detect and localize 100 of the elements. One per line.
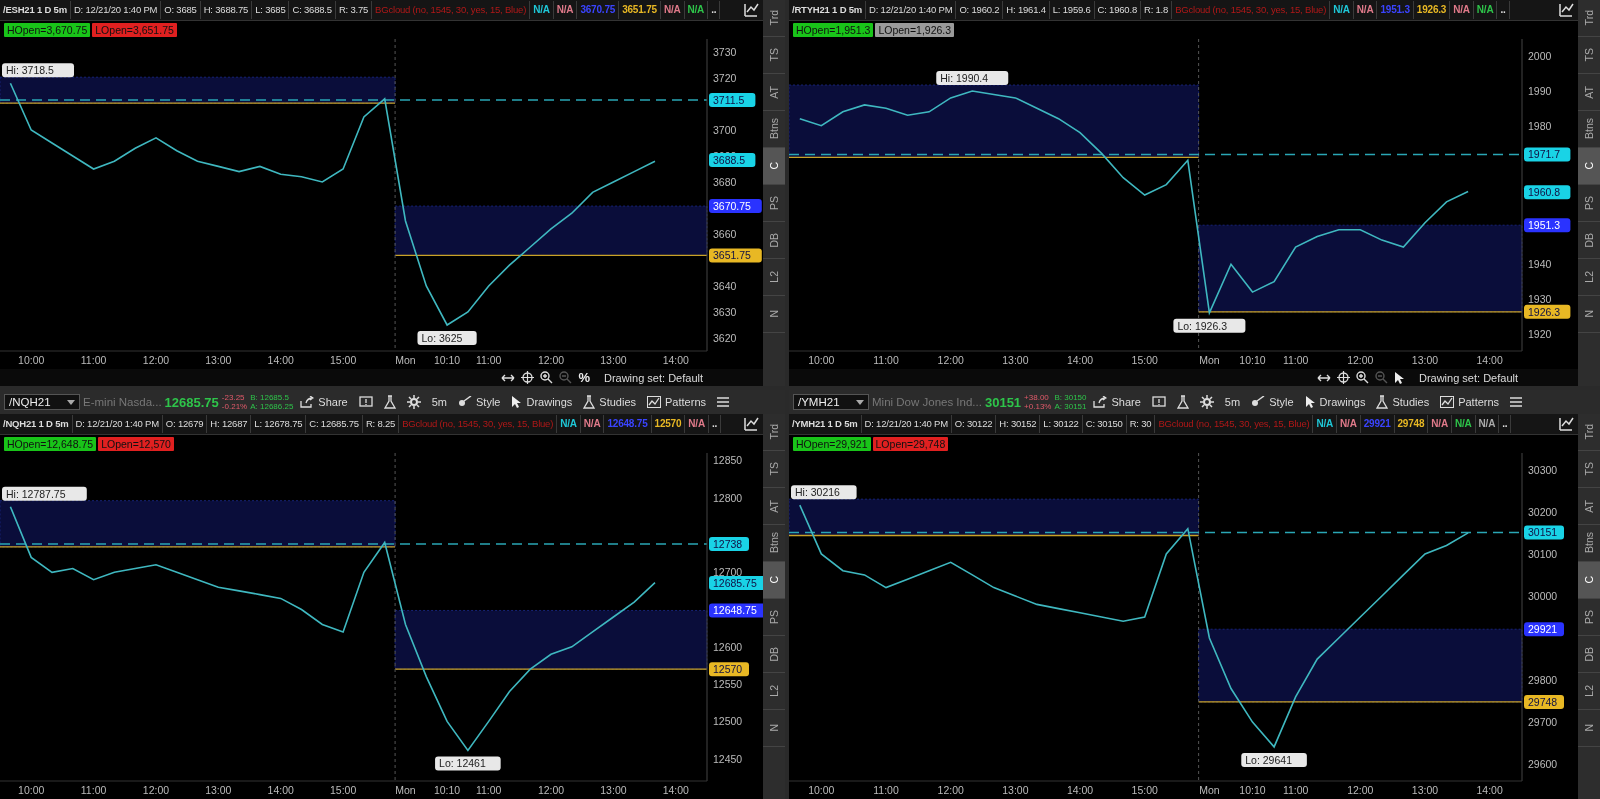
drawing-set-label[interactable]: Drawing set: Default — [603, 371, 703, 384]
study-value: 12570 — [651, 415, 686, 433]
price-tag: 29921 — [1524, 622, 1564, 637]
header-field: /NQH21 1 D 5m — [0, 415, 73, 433]
sidebar-tab[interactable]: Trd — [763, 414, 785, 451]
cursor-icon — [1304, 395, 1316, 409]
sidebar-tab[interactable]: AT — [763, 74, 785, 111]
study-value: N/A — [1450, 1, 1474, 19]
toolbar-button[interactable]: Drawings — [507, 393, 577, 411]
axis-label: 12550 — [713, 678, 743, 691]
open-level-badge: LOpen=1,926.3 — [875, 23, 955, 37]
toolbar-button[interactable]: Share — [1089, 394, 1145, 410]
axis-label: 14:00 — [662, 354, 689, 366]
toolbar-button[interactable]: Share — [296, 394, 352, 410]
toolbar-button[interactable]: Studies — [579, 393, 641, 411]
axis-label: 15:00 — [1131, 354, 1158, 366]
sidebar-tab[interactable]: PS — [763, 185, 785, 222]
sidebar-tab[interactable]: N — [763, 296, 785, 333]
crosshair-icon[interactable] — [521, 371, 535, 384]
sidebar-tab[interactable]: PS — [763, 599, 785, 636]
axis-label: 11:00 — [1282, 784, 1309, 796]
sidebar-tab[interactable]: TS — [763, 451, 785, 488]
axis-label: 2000 — [1528, 50, 1552, 63]
symbol-field[interactable]: /YMH21 — [793, 394, 869, 410]
sidebar-tab[interactable]: C — [1578, 562, 1600, 599]
study-value: N/A — [1353, 1, 1378, 19]
sidebar-tab[interactable]: PS — [1578, 185, 1600, 222]
price-tag: 3670.75 — [709, 199, 762, 214]
toolbar-button[interactable]: Patterns — [643, 394, 710, 410]
sidebar-tab[interactable]: C — [763, 148, 785, 185]
sidebar-tab[interactable]: PS — [1578, 599, 1600, 636]
drawing-set-label[interactable]: Drawing set: Default — [1418, 371, 1518, 384]
axis-label: 3720 — [713, 72, 737, 84]
sidebar-tab[interactable]: L2 — [763, 673, 785, 710]
sidebar-tab[interactable]: DB — [1578, 636, 1600, 673]
toolbar-button[interactable]: 5m — [1220, 394, 1245, 410]
study-label: BGcloud (no, 1545, 30, yes, 15, Blue) — [399, 415, 558, 433]
header-field: L: 30122 — [1040, 415, 1083, 433]
last-price: 12685.75 — [164, 394, 219, 410]
toolbar-button[interactable]: Style — [1247, 394, 1298, 410]
toolbar-button[interactable]: Style — [454, 394, 505, 410]
sidebar-tab[interactable]: AT — [763, 488, 785, 525]
price-change: +38.00 +0.13% — [1024, 393, 1052, 411]
symbol-field[interactable]: /NQH21 — [4, 394, 80, 410]
chart-style-icon[interactable] — [743, 416, 759, 432]
percent-toggle[interactable]: % — [578, 370, 590, 385]
more-indicator[interactable]: .. — [708, 1, 721, 19]
sidebar-tab[interactable]: L2 — [1578, 259, 1600, 296]
more-indicator[interactable]: .. — [1499, 415, 1512, 433]
open-level-badge: HOpen=12,648.75 — [4, 437, 97, 451]
axis-label: 12850 — [713, 454, 743, 467]
price-callout: Hi: 3718.5 — [2, 63, 74, 78]
toolbar-button[interactable]: Drawings — [1300, 393, 1370, 411]
sidebar-tab[interactable]: N — [763, 710, 785, 747]
sidebar-tab[interactable]: DB — [763, 636, 785, 673]
axis-label: 12:00 — [142, 784, 170, 796]
zoom-in-icon[interactable] — [540, 371, 554, 384]
sidebar-tab[interactable]: N — [1578, 296, 1600, 333]
sidebar-tab[interactable]: Trd — [763, 0, 785, 37]
sidebar-tab[interactable]: C — [763, 562, 785, 599]
sidebar-tab[interactable]: DB — [1578, 222, 1600, 259]
pan-arrows-icon[interactable] — [501, 372, 516, 383]
share-icon — [300, 396, 315, 408]
sidebar-tab[interactable]: AT — [1578, 488, 1600, 525]
axis-label: Mon — [395, 354, 416, 366]
sidebar-tab[interactable]: Trd — [1578, 0, 1600, 37]
toolbar-button[interactable]: 5m — [427, 394, 451, 410]
zoom-out-icon[interactable] — [559, 371, 573, 384]
header-field: O: 12679 — [162, 415, 208, 433]
chart-style-icon[interactable] — [1558, 2, 1574, 18]
sidebar-tab[interactable]: C — [1578, 148, 1600, 185]
sidebar-tab[interactable]: TS — [1578, 451, 1600, 488]
pattern-icon — [1440, 396, 1455, 408]
sidebar-tab[interactable]: L2 — [763, 259, 785, 296]
sidebar-tab[interactable]: AT — [1578, 74, 1600, 111]
more-indicator[interactable]: .. — [1497, 1, 1510, 19]
annotation: Hi: 12787.75 — [6, 487, 66, 500]
crosshair-icon[interactable] — [1336, 371, 1350, 384]
axis-label: 14:00 — [1476, 784, 1503, 796]
zoom-out-icon[interactable] — [1374, 371, 1388, 384]
price-tag: 12685.75 — [709, 575, 763, 590]
more-indicator[interactable]: .. — [708, 415, 722, 433]
sidebar-tab[interactable]: TS — [1578, 37, 1600, 74]
sidebar-tab[interactable]: Trd — [1578, 414, 1600, 451]
share-icon — [1093, 396, 1108, 408]
toolbar-button[interactable]: Studies — [1372, 393, 1434, 411]
axis-label: 12:00 — [142, 354, 170, 366]
sidebar-tab[interactable]: DB — [763, 222, 785, 259]
zoom-in-icon[interactable] — [1355, 371, 1369, 384]
toolbar-button[interactable]: Patterns — [1436, 394, 1504, 410]
chart-style-icon[interactable] — [743, 2, 759, 18]
chart-style-icon[interactable] — [1558, 416, 1574, 432]
sidebar-tab[interactable]: N — [1578, 710, 1600, 747]
axis-label: 29800 — [1528, 674, 1558, 687]
header-field: C: 1960.8 — [1094, 1, 1141, 19]
sidebar-tab[interactable]: L2 — [1578, 673, 1600, 710]
axis-label: 12500 — [713, 715, 743, 728]
axis-label: 11:00 — [475, 354, 502, 366]
sidebar-tab[interactable]: TS — [763, 37, 785, 74]
pan-arrows-icon[interactable] — [1316, 372, 1331, 383]
